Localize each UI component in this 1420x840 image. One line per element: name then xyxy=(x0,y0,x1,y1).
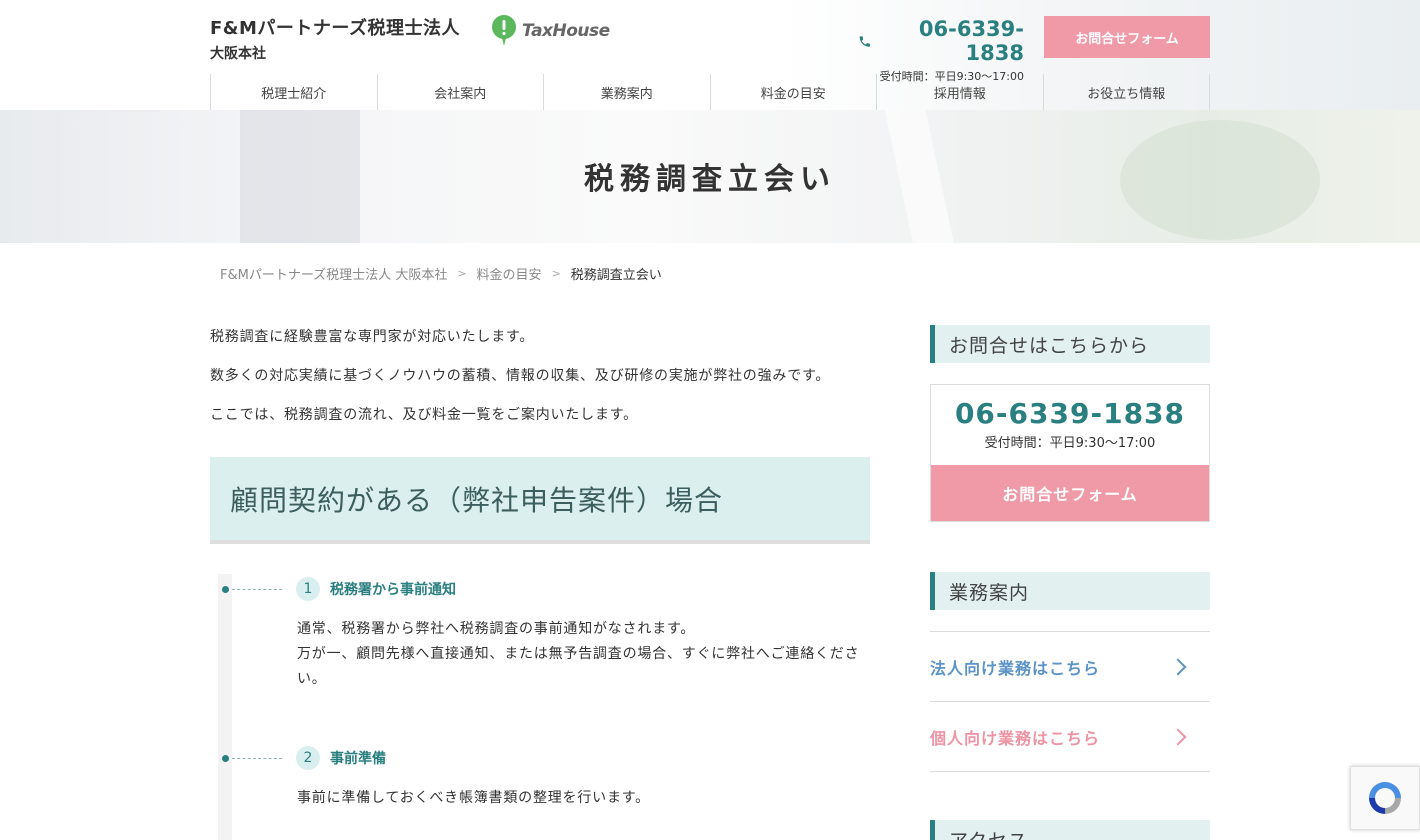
timeline-dot-icon xyxy=(222,755,229,762)
step-number: 2 xyxy=(296,746,320,770)
sidebar-access-heading: アクセス xyxy=(930,820,1210,840)
chevron-right-icon xyxy=(1169,658,1187,675)
section-heading: 顧問契約がある（弊社申告案件）場合 xyxy=(210,457,870,544)
nav-item-company[interactable]: 会社案内 xyxy=(376,74,544,110)
intro-paragraph: 数多くの対応実績に基づくノウハウの蓄積、情報の収集、及び研修の実施が弊社の強みで… xyxy=(210,368,831,384)
sidebar-contact-heading: お問合せはこちらから xyxy=(930,325,1210,363)
sidebar-hours: 受付時間：平日9:30〜17:00 xyxy=(984,436,1156,451)
breadcrumb-pricing[interactable]: 料金の目安 xyxy=(477,264,542,283)
recaptcha-badge[interactable] xyxy=(1350,766,1420,830)
timeline-connector xyxy=(232,758,282,759)
breadcrumb-separator-icon: > xyxy=(457,267,467,280)
timeline-rail xyxy=(218,574,232,840)
breadcrumb-home[interactable]: F&Mパートナーズ税理士法人 大阪本社 xyxy=(220,264,447,283)
breadcrumb-current: 税務調査立会い xyxy=(570,268,662,283)
breadcrumb: F&Mパートナーズ税理士法人 大阪本社 > 料金の目安 > 税務調査立会い xyxy=(220,264,662,283)
header-contact-button[interactable]: お問合せフォーム xyxy=(1044,16,1210,58)
recaptcha-icon xyxy=(1369,782,1401,814)
timeline-connector xyxy=(232,589,282,590)
step-body: 通常、税務署から弊社へ税務調査の事前通知がなされます。 万が一、顧問先様へ直接通… xyxy=(297,617,867,692)
page-title: 税務調査立会い xyxy=(584,162,836,197)
flow-steps: 1 税務署から事前通知 通常、税務署から弊社へ税務調査の事前通知がなされます。 … xyxy=(210,574,870,840)
sidebar: お問合せはこちらから 06-6339-1838 受付時間：平日9:30〜17:0… xyxy=(930,325,1210,840)
step-title: 事前準備 xyxy=(330,751,386,767)
nav-item-pricing[interactable]: 料金の目安 xyxy=(709,74,877,110)
step-title: 税務署から事前通知 xyxy=(330,582,456,598)
corporate-services-link[interactable]: 法人向け業務はこちら xyxy=(930,632,1210,702)
step-line: 万が一、顧問先様へ直接通知、または無予告調査の場合、すぐに弊社へご連絡ください。 xyxy=(297,646,860,687)
nav-item-recruit[interactable]: 採用情報 xyxy=(876,74,1043,110)
brand[interactable]: F&Mパートナーズ税理士法人 大阪本社 xyxy=(210,14,460,63)
balloon-icon xyxy=(492,15,516,46)
hero-banner: 税務調査立会い xyxy=(0,110,1420,243)
intro-text: 税務調査に経験豊富な専門家が対応いたします。 数多くの対応実績に基づくノウハウの… xyxy=(210,325,870,428)
individual-services-link[interactable]: 個人向け業務はこちら xyxy=(930,702,1210,772)
individual-services-label: 個人向け業務はこちら xyxy=(930,728,1101,748)
global-nav: 税理士紹介 会社案内 業務案内 料金の目安 採用情報 お役立ち情報 xyxy=(210,74,1210,110)
intro-paragraph: ここでは、税務調査の流れ、及び料金一覧をご案内いたします。 xyxy=(210,407,638,423)
sidebar-contact-box: 06-6339-1838 受付時間：平日9:30〜17:00 お問合せフォーム xyxy=(930,384,1210,522)
step-line: 事前に準備しておくべき帳簿書類の整理を行います。 xyxy=(297,790,650,806)
site-header: F&Mパートナーズ税理士法人 大阪本社 TaxHouse 06-6339-183… xyxy=(0,0,1420,110)
taxhouse-logo[interactable]: TaxHouse xyxy=(490,15,610,47)
branch-name: 大阪本社 xyxy=(210,46,266,62)
header-tel-number: 06-6339-1838 xyxy=(918,17,1024,65)
nav-item-services[interactable]: 業務案内 xyxy=(543,74,710,110)
step-line: 通常、税務署から弊社へ税務調査の事前通知がなされます。 xyxy=(297,621,696,637)
step-number: 1 xyxy=(296,577,320,601)
nav-item-useful-info[interactable]: お役立ち情報 xyxy=(1042,74,1210,110)
chevron-right-icon xyxy=(1169,728,1187,745)
timeline-dot-icon xyxy=(222,586,229,593)
nav-item-tax-accountants[interactable]: 税理士紹介 xyxy=(210,74,377,110)
sidebar-contact-button[interactable]: お問合せフォーム xyxy=(931,465,1209,521)
breadcrumb-separator-icon: > xyxy=(551,267,561,280)
logo-text: TaxHouse xyxy=(522,21,610,41)
intro-paragraph: 税務調査に経験豊富な専門家が対応いたします。 xyxy=(210,329,535,345)
step-body: 事前に準備しておくべき帳簿書類の整理を行います。 xyxy=(297,786,867,811)
company-name: F&Mパートナーズ税理士法人 xyxy=(210,18,461,39)
phone-icon xyxy=(859,35,870,47)
sidebar-service-links: 法人向け業務はこちら 個人向け業務はこちら xyxy=(930,631,1210,772)
sidebar-services-heading: 業務案内 xyxy=(930,572,1210,610)
sidebar-tel-number[interactable]: 06-6339-1838 xyxy=(931,385,1209,430)
corporate-services-label: 法人向け業務はこちら xyxy=(930,658,1101,678)
main-content: 税務調査に経験豊富な専門家が対応いたします。 数多くの対応実績に基づくノウハウの… xyxy=(210,325,870,840)
